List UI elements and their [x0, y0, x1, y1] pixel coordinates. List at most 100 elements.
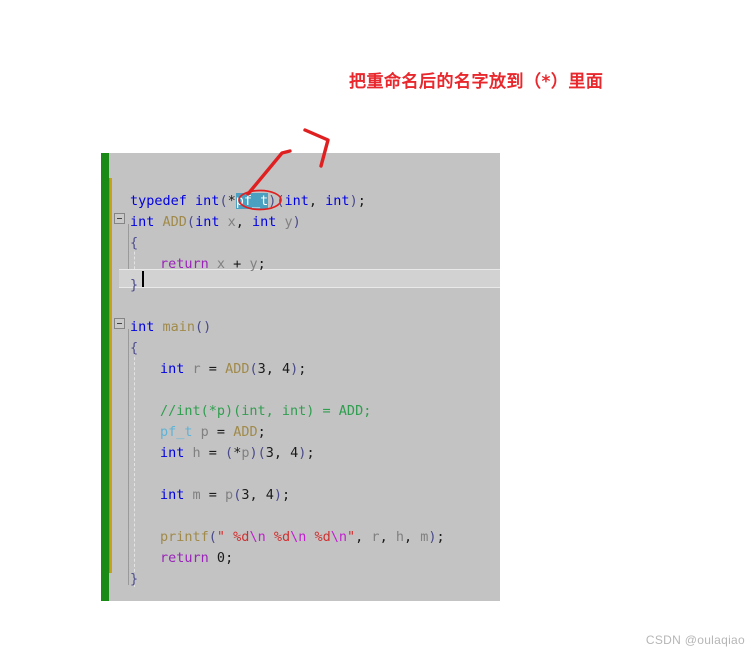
code-token: = [208, 487, 217, 503]
code-token: } [130, 277, 139, 293]
code-token: pf_t [235, 193, 269, 209]
code-token: ) [292, 214, 301, 230]
code-line[interactable]: int m = p(3, 4); [130, 485, 290, 506]
editor-gutter[interactable] [112, 153, 130, 601]
watermark: CSDN @oulaqiao [645, 633, 745, 647]
code-token: { [130, 235, 139, 251]
code-line[interactable]: typedef int(*pf_t)(int, int); [130, 191, 366, 212]
code-token: ) [349, 193, 358, 209]
code-token: 4 [265, 487, 274, 503]
code-token: int [130, 319, 155, 335]
code-token: ADD [233, 424, 258, 440]
code-token: int [160, 445, 185, 461]
code-content[interactable]: typedef int(*pf_t)(int, int); int ADD(int… [130, 153, 500, 601]
code-token: () [195, 319, 212, 335]
code-token: p [216, 487, 234, 503]
code-line[interactable]: int main() [130, 317, 211, 338]
code-token: ; [357, 193, 366, 209]
code-token: , [379, 529, 396, 545]
code-token: ADD [162, 214, 187, 230]
code-token: return [160, 550, 209, 566]
code-token: { [130, 340, 139, 356]
code-token: int [195, 214, 220, 230]
code-line[interactable]: } [130, 569, 138, 590]
code-token: ; [282, 487, 291, 503]
code-line[interactable]: printf(" %d\n %d\n %d\n", r, h, m); [130, 527, 445, 548]
code-line[interactable]: { [130, 233, 138, 254]
code-token: ; [436, 529, 445, 545]
code-line[interactable]: return x + y; [130, 254, 266, 275]
code-token: //int(*p)(int, int) = ADD; [160, 403, 372, 419]
code-token: %d [306, 529, 331, 545]
code-token: int [160, 361, 185, 377]
annotation-title: 把重命名后的名字放到（*）里面 [349, 72, 604, 92]
code-line[interactable]: int r = ADD(3, 4); [130, 359, 306, 380]
code-token: int [325, 193, 350, 209]
code-token: ( [225, 445, 234, 461]
code-line[interactable]: int h = (*p)(3, 4); [130, 443, 315, 464]
code-token: ( [276, 193, 285, 209]
code-line[interactable]: int ADD(int x, int y) [130, 212, 301, 233]
code-token: 3 [265, 445, 274, 461]
code-token: x [219, 214, 236, 230]
change-bar-saved [101, 153, 109, 601]
code-token: ( [208, 529, 217, 545]
code-token: y [241, 256, 258, 272]
code-token: , [265, 361, 282, 377]
code-line[interactable]: { [130, 338, 138, 359]
code-token: \n [290, 529, 307, 545]
fold-marker-add-function[interactable] [114, 213, 125, 224]
code-token: int [284, 193, 309, 209]
code-token: 3 [257, 361, 266, 377]
code-token: , [235, 214, 252, 230]
code-token: m [184, 487, 209, 503]
code-token: int [195, 193, 220, 209]
code-editor[interactable]: typedef int(*pf_t)(int, int); int ADD(int… [101, 153, 500, 601]
code-token: typedef [130, 193, 187, 209]
code-token: ( [257, 445, 266, 461]
code-token: } [130, 571, 139, 587]
code-token: r [371, 529, 380, 545]
code-token: p [192, 424, 217, 440]
code-token: y [276, 214, 293, 230]
code-token: , [308, 193, 326, 209]
code-token: \n [330, 529, 348, 545]
code-token: = [216, 424, 226, 440]
code-token: \n [249, 529, 266, 545]
code-token: %d [265, 529, 291, 545]
code-token: , [249, 487, 266, 503]
code-token: , [273, 445, 291, 461]
code-token: main [162, 319, 196, 335]
code-token: ( [186, 214, 196, 230]
code-token: ; [225, 550, 234, 566]
code-token: r [184, 361, 209, 377]
code-token: printf [160, 529, 209, 545]
code-token: int [130, 214, 155, 230]
code-token: = [208, 361, 217, 377]
code-token: x [208, 256, 234, 272]
code-token: h [184, 445, 209, 461]
code-token: ) [273, 487, 283, 503]
code-token: int [160, 487, 185, 503]
code-token: * [227, 193, 236, 209]
code-token: ( [249, 361, 258, 377]
code-token: ; [257, 256, 266, 272]
text-caret [142, 271, 144, 287]
code-line[interactable]: return 0; [130, 548, 233, 569]
code-token: , [355, 529, 372, 545]
code-token: ADD [225, 361, 250, 377]
code-token: h [395, 529, 404, 545]
code-token: pf_t [160, 424, 193, 440]
fold-marker-main-function[interactable] [114, 318, 125, 329]
code-line[interactable]: pf_t p = ADD; [130, 422, 266, 443]
code-line[interactable]: } [130, 275, 138, 296]
code-token: 0 [216, 550, 226, 566]
code-line[interactable]: //int(*p)(int, int) = ADD; [130, 401, 371, 422]
code-token: , [403, 529, 421, 545]
